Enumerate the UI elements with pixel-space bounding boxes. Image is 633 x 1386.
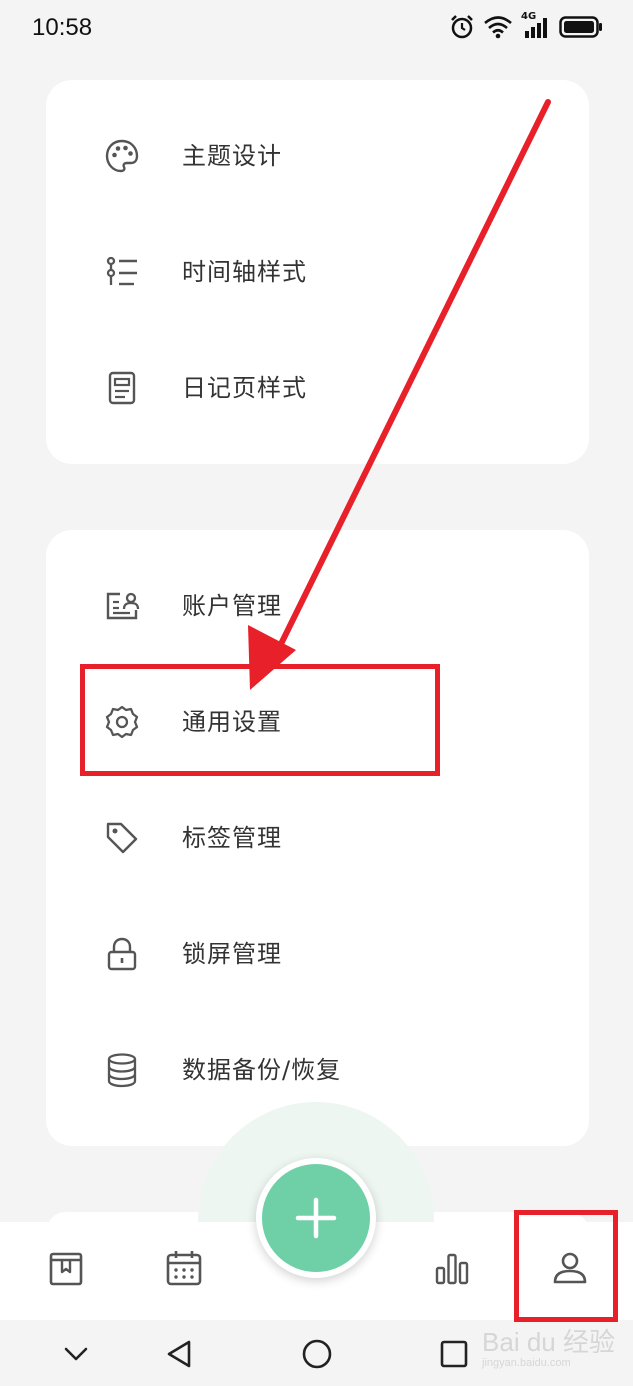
alarm-icon <box>451 15 473 39</box>
status-icons: 4G <box>449 11 603 40</box>
signal-4g-icon: 4G <box>521 11 551 39</box>
nav-diary[interactable] <box>42 1244 90 1292</box>
status-time: 10:58 <box>32 14 93 41</box>
management-card: 账户管理 通用设置 标签管理 锁屏管理 数据备份/恢复 <box>46 530 589 1146</box>
menu-item-label: 主题设计 <box>182 142 282 170</box>
recents-icon[interactable] <box>438 1338 470 1370</box>
menu-item-label: 日记页样式 <box>182 374 307 402</box>
menu-item-label: 锁屏管理 <box>182 940 282 968</box>
status-bar: 10:58 4G <box>0 0 633 60</box>
account-card-icon <box>106 592 140 620</box>
menu-item-tag-management[interactable]: 标签管理 <box>46 788 589 888</box>
chevron-down-icon[interactable] <box>60 1338 92 1370</box>
watermark-url: jingyan.baidu.com <box>482 1357 571 1369</box>
diary-page-icon <box>108 371 136 405</box>
tag-icon <box>106 822 138 854</box>
menu-item-diary-page-style[interactable]: 日记页样式 <box>46 338 589 438</box>
annotation-highlight-profile-tab <box>514 1210 618 1322</box>
back-icon[interactable] <box>164 1338 196 1370</box>
calendar-icon <box>166 1251 202 1286</box>
menu-item-label: 数据备份/恢复 <box>182 1056 342 1084</box>
database-icon <box>107 1053 137 1088</box>
personalization-card: 主题设计 时间轴样式 日记页样式 <box>46 80 589 464</box>
home-icon[interactable] <box>301 1338 333 1370</box>
wifi-icon <box>484 16 512 39</box>
menu-item-theme-design[interactable]: 主题设计 <box>46 106 589 206</box>
add-entry-button[interactable] <box>256 1158 376 1278</box>
nav-calendar[interactable] <box>160 1244 208 1292</box>
diary-book-icon <box>49 1252 83 1286</box>
battery-icon <box>559 16 602 38</box>
annotation-highlight-general-settings <box>80 664 440 776</box>
menu-item-timeline-style[interactable]: 时间轴样式 <box>46 222 589 322</box>
lock-icon <box>107 937 137 971</box>
menu-item-lock-screen[interactable]: 锁屏管理 <box>46 904 589 1004</box>
palette-icon <box>105 139 139 173</box>
menu-item-account-management[interactable]: 账户管理 <box>46 556 589 656</box>
watermark: Bai du 经验 jingyan.baidu.com <box>482 1322 615 1369</box>
menu-item-label: 时间轴样式 <box>182 258 307 286</box>
menu-item-label: 账户管理 <box>182 592 282 620</box>
bar-chart-icon <box>435 1253 469 1285</box>
watermark-brand: Bai du 经验 <box>482 1327 615 1357</box>
nav-statistics[interactable] <box>428 1244 476 1292</box>
timeline-icon <box>106 256 137 286</box>
menu-item-label: 标签管理 <box>182 824 282 852</box>
add-icon <box>295 1197 337 1239</box>
